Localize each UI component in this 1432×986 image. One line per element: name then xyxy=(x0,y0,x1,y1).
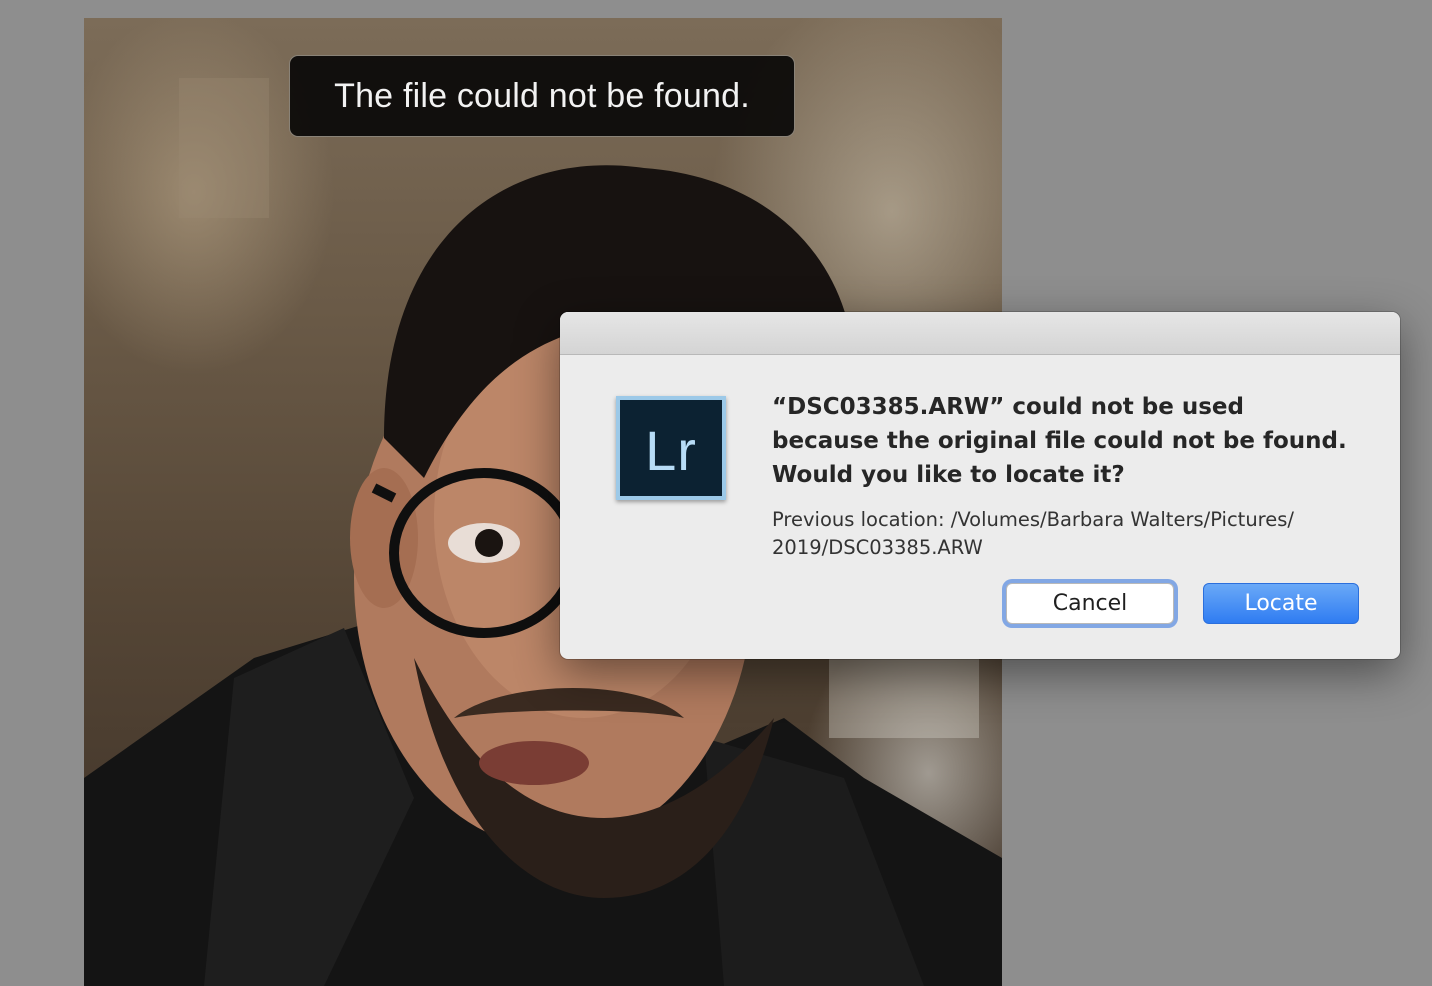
missing-file-alert-dialog: Lr “DSC03385.ARW” could not be used beca… xyxy=(560,312,1400,659)
previous-location-text: Previous location: /Volumes/Barbara Walt… xyxy=(772,506,1352,562)
alert-message-line: “DSC03385.ARW” could not be used xyxy=(772,394,1244,420)
alert-message-line: Would you like to locate it? xyxy=(772,462,1125,488)
info-line: 2019/DSC03385.ARW xyxy=(772,536,983,559)
file-not-found-overlay: The file could not be found. xyxy=(289,55,795,137)
alert-message-line: because the original file could not be f… xyxy=(772,428,1347,454)
locate-button[interactable]: Locate xyxy=(1203,583,1359,624)
overlay-message: The file could not be found. xyxy=(334,76,750,115)
lightroom-app-icon: Lr xyxy=(616,396,726,500)
alert-message: “DSC03385.ARW” could not be used because… xyxy=(772,390,1372,492)
cancel-button-label: Cancel xyxy=(1052,591,1128,616)
cancel-button[interactable]: Cancel xyxy=(1006,583,1174,624)
dialog-titlebar[interactable] xyxy=(560,312,1400,355)
locate-button-label: Locate xyxy=(1244,591,1318,616)
app-icon-label: Lr xyxy=(645,419,697,482)
info-line: Previous location: /Volumes/Barbara Walt… xyxy=(772,508,1294,531)
